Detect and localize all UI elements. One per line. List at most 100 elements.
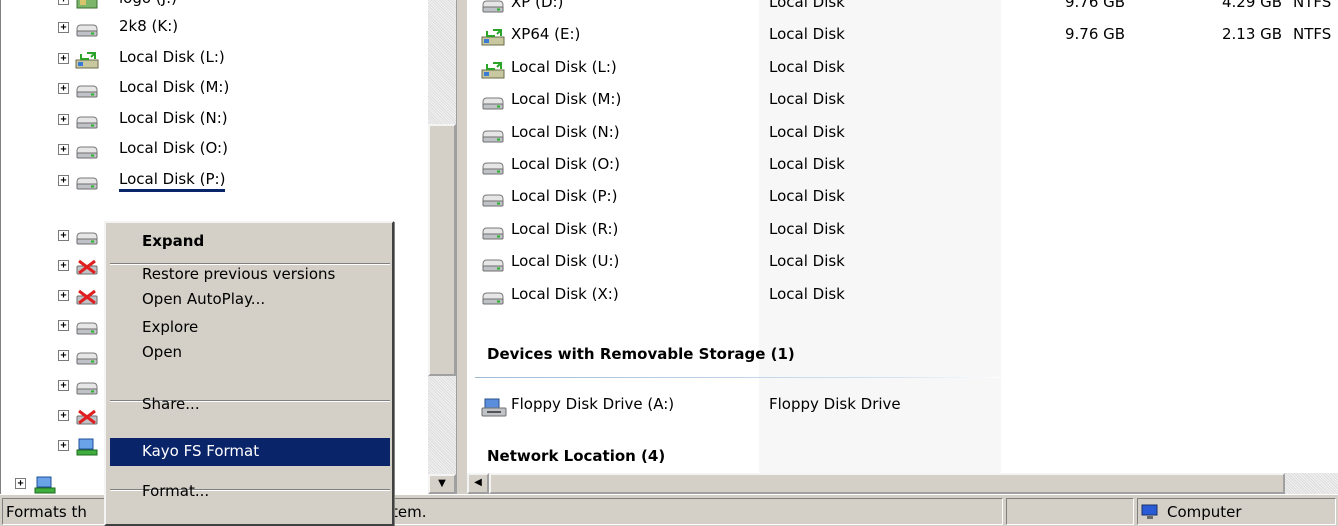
- drive-type: Local Disk: [769, 90, 845, 109]
- expand-toggle[interactable]: +: [58, 350, 69, 361]
- expand-toggle[interactable]: +: [58, 440, 69, 451]
- hard-drive-icon: [75, 318, 99, 336]
- drive-list-item[interactable]: Local Disk (X:) Local Disk: [467, 280, 1338, 310]
- drive-list-item[interactable]: XP (D:) Local Disk 9.76 GB 4.29 GB NTFS: [467, 0, 1338, 18]
- drive-type: Local Disk: [769, 187, 845, 206]
- pane-splitter[interactable]: [456, 0, 467, 494]
- hard-drive-icon: [481, 255, 507, 273]
- hard-drive-icon: [481, 0, 507, 14]
- drive-list-item[interactable]: Floppy Disk Drive (A:) Floppy Disk Drive: [467, 390, 1338, 420]
- image-drive-icon: [75, 0, 99, 10]
- expand-toggle[interactable]: +: [58, 113, 69, 125]
- drive-total-size: 9.76 GB: [1065, 0, 1126, 11]
- expand-toggle[interactable]: +: [58, 0, 69, 5]
- expand-toggle[interactable]: +: [58, 174, 69, 186]
- hard-drive-icon: [481, 190, 507, 208]
- hard-drive-icon: [75, 378, 99, 396]
- expand-toggle[interactable]: +: [58, 144, 69, 155]
- status-panel-empty: [1006, 498, 1134, 525]
- drive-type: Local Disk: [769, 57, 845, 76]
- disconnected-drive-icon: [75, 408, 99, 426]
- drive-type: Local Disk: [769, 155, 845, 173]
- hard-drive-icon: [75, 81, 99, 99]
- tree-item-label: logo (J:): [119, 0, 177, 7]
- floppy-drive-icon: [481, 398, 507, 417]
- tree-item[interactable]: + Local Disk (O:): [1, 136, 428, 164]
- menu-item-open-autoplay[interactable]: Open AutoPlay...: [110, 286, 390, 314]
- drive-name: XP64 (E:): [511, 25, 581, 44]
- expand-toggle[interactable]: +: [58, 22, 69, 33]
- drive-list-item[interactable]: Local Disk (R:) Local Disk: [467, 215, 1338, 245]
- tree-item-label: Local Disk (O:): [119, 139, 228, 157]
- network-drive-icon: [75, 51, 99, 69]
- group-header-removable[interactable]: Devices with Removable Storage (1): [487, 345, 795, 363]
- network-drive-icon: [481, 61, 507, 79]
- hard-drive-icon: [75, 20, 99, 38]
- hard-drive-icon: [75, 348, 99, 366]
- hscroll-thumb[interactable]: [489, 473, 1285, 494]
- drive-file-system: NTFS: [1293, 25, 1332, 44]
- drive-list-item[interactable]: Local Disk (N:) Local Disk: [467, 118, 1338, 148]
- computer-icon: [1141, 504, 1161, 520]
- drive-list-item[interactable]: Local Disk (P:) Local Disk: [467, 182, 1338, 212]
- drive-type: Local Disk: [769, 219, 845, 238]
- drive-list-item[interactable]: Local Disk (O:) Local Disk: [467, 150, 1338, 180]
- expand-toggle[interactable]: +: [58, 320, 69, 331]
- drive-list-item[interactable]: Local Disk (L:) Local Disk: [467, 53, 1338, 83]
- status-text-start: Formats th: [6, 503, 87, 521]
- drive-name: Local Disk (O:): [511, 155, 620, 173]
- drive-name: Local Disk (L:): [511, 57, 617, 76]
- disconnected-drive-icon: [75, 288, 99, 306]
- tree-item-label: Local Disk (L:): [119, 47, 225, 66]
- tree-scrollbar-thumb[interactable]: [428, 124, 456, 376]
- hard-drive-icon: [75, 173, 99, 191]
- drive-total-size: 9.76 GB: [1065, 25, 1126, 44]
- tree-item-label: Local Disk (M:): [119, 78, 230, 96]
- drive-name: Floppy Disk Drive (A:): [511, 395, 675, 413]
- drive-list-item[interactable]: Local Disk (U:) Local Disk: [467, 247, 1338, 277]
- drive-type: Local Disk: [769, 252, 845, 271]
- tree-item[interactable]: + Local Disk (L:): [1, 45, 428, 73]
- drive-list-pane[interactable]: XP (D:) Local Disk 9.76 GB 4.29 GB NTFS XP64 …: [467, 0, 1338, 473]
- tree-item[interactable]: + Local Disk (M:): [1, 75, 428, 103]
- menu-item-restore-previous-versions[interactable]: Restore previous versions: [110, 261, 390, 289]
- drive-name: Local Disk (M:): [511, 90, 622, 109]
- menu-item-expand[interactable]: Expand: [110, 228, 390, 256]
- tree-item[interactable]: + Local Disk (N:): [1, 106, 428, 134]
- drive-type: Local Disk: [769, 0, 845, 11]
- hard-drive-icon: [481, 288, 507, 306]
- scroll-left-button[interactable]: ◀: [467, 473, 489, 494]
- expand-toggle[interactable]: +: [58, 230, 69, 241]
- tree-item[interactable]: + Local Disk (P:): [1, 167, 428, 195]
- menu-item-format[interactable]: Format...: [110, 478, 390, 506]
- hard-drive-icon: [481, 126, 507, 144]
- menu-item-share[interactable]: Share...: [110, 391, 390, 419]
- menu-item-open[interactable]: Open: [110, 339, 390, 367]
- drive-name: Local Disk (R:): [511, 219, 619, 238]
- drive-file-system: NTFS: [1293, 0, 1332, 11]
- drive-list-item[interactable]: XP64 (E:) Local Disk 9.76 GB 2.13 GB NTFS: [467, 20, 1338, 50]
- expand-toggle[interactable]: +: [58, 260, 69, 271]
- drive-list-item[interactable]: Local Disk (M:) Local Disk: [467, 85, 1338, 115]
- expand-toggle[interactable]: +: [58, 380, 69, 391]
- tree-item[interactable]: +2k8 (K:): [1, 14, 428, 42]
- menu-item-kayo-fs-format[interactable]: Kayo FS Format: [110, 438, 390, 466]
- expand-toggle[interactable]: +: [58, 410, 69, 421]
- expand-toggle[interactable]: +: [58, 83, 69, 94]
- network-location-icon: [75, 438, 99, 456]
- menu-item-explore[interactable]: Explore: [110, 314, 390, 342]
- status-location-label: Computer: [1167, 503, 1242, 521]
- group-header-network[interactable]: Network Location (4): [487, 447, 665, 465]
- tree-item-label: 2k8 (K:): [119, 17, 179, 35]
- tree-vertical-scrollbar[interactable]: ▼: [428, 0, 456, 494]
- expand-toggle[interactable]: +: [15, 478, 26, 489]
- expand-toggle[interactable]: +: [58, 290, 69, 301]
- list-horizontal-scrollbar[interactable]: ◀: [467, 473, 1338, 494]
- status-text-end: tem.: [392, 503, 427, 521]
- scroll-down-button[interactable]: ▼: [428, 474, 456, 494]
- network-icon: [33, 476, 57, 494]
- tree-item[interactable]: + logo (J:): [1, 0, 428, 14]
- expand-toggle[interactable]: +: [58, 52, 69, 64]
- hard-drive-icon: [481, 158, 507, 176]
- drive-name: XP (D:): [511, 0, 564, 11]
